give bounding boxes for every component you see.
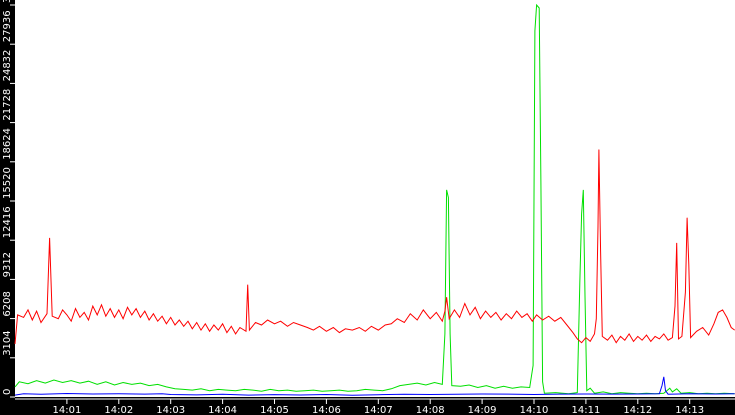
- x-tick-label: 14:07: [364, 405, 393, 415]
- x-tick-label: 14:02: [104, 405, 133, 415]
- x-tick-label: 14:09: [468, 405, 497, 415]
- x-tick-label: 14:05: [260, 405, 289, 415]
- x-tick-label: 14:03: [156, 405, 185, 415]
- y-tick-label: 18624: [2, 128, 13, 160]
- y-tick-label: 24832: [2, 50, 13, 82]
- x-tick-label: 14:06: [312, 405, 341, 415]
- x-tick-label: 14:01: [52, 405, 81, 415]
- y-tick-label: 6208: [2, 291, 13, 316]
- y-tick-label: 12416: [2, 206, 13, 238]
- x-tick-label: 14:08: [416, 405, 445, 415]
- x-tick-label: 14:12: [623, 405, 652, 415]
- x-tick-label: 14:04: [208, 405, 237, 415]
- x-tick-label: 14:13: [675, 405, 704, 415]
- y-tick-label: 3104: [2, 330, 13, 355]
- x-tick-label: 14:11: [571, 405, 600, 415]
- line-chart: 0 3104 6208 9312 12416 15520 18624 21728 24832 27…: [0, 0, 735, 415]
- y-tick-label: 0: [2, 389, 13, 395]
- y-tick-label: 21728: [2, 89, 13, 121]
- y-tick-label: 31041: [2, 0, 13, 3]
- y-tick-label: 15520: [2, 167, 13, 199]
- x-tick-label: 14:10: [520, 405, 549, 415]
- y-tick-label: 27936: [2, 10, 13, 42]
- y-tick-label: 9312: [2, 252, 13, 277]
